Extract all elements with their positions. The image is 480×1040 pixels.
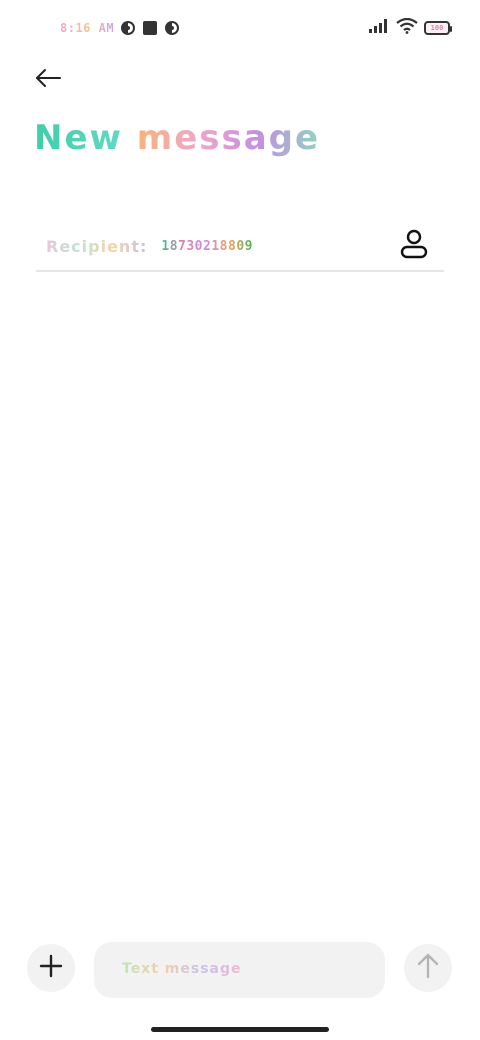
stop-icon xyxy=(142,20,158,36)
home-indicator[interactable] xyxy=(151,1027,329,1032)
recipient-field[interactable]: Recipient: 18730218809 xyxy=(36,222,444,272)
notification-icon xyxy=(164,20,180,36)
arrow-up-icon xyxy=(416,953,440,983)
recipient-label: Recipient: xyxy=(46,236,148,256)
page-title: New message xyxy=(34,118,320,159)
select-contact-button[interactable] xyxy=(398,229,430,263)
new-message-screen: 8:16 AM 100 New message Recipient: 18730… xyxy=(0,0,480,1040)
send-button[interactable] xyxy=(404,944,452,992)
signal-icon xyxy=(368,18,390,38)
status-time: 8:16 AM xyxy=(60,21,115,35)
back-button[interactable] xyxy=(30,64,66,96)
message-placeholder: Text message xyxy=(122,961,242,977)
recipient-number[interactable]: 18730218809 xyxy=(161,239,253,254)
wifi-icon xyxy=(396,17,418,38)
plus-icon xyxy=(39,954,63,982)
add-attachment-button[interactable] xyxy=(27,944,75,992)
arrow-left-icon xyxy=(34,68,62,92)
status-bar: 8:16 AM 100 xyxy=(0,0,480,56)
message-input-container[interactable]: Text message xyxy=(94,942,385,998)
person-icon xyxy=(400,229,428,263)
status-left: 8:16 AM xyxy=(60,18,180,38)
status-right: 100 xyxy=(368,17,452,38)
notification-icon xyxy=(120,20,136,36)
page-title-word-1: New xyxy=(34,118,123,158)
battery-icon: 100 xyxy=(424,21,452,35)
battery-level: 100 xyxy=(430,23,444,32)
message-composer: Text message xyxy=(0,940,480,1000)
page-title-word-2: message xyxy=(136,118,321,158)
